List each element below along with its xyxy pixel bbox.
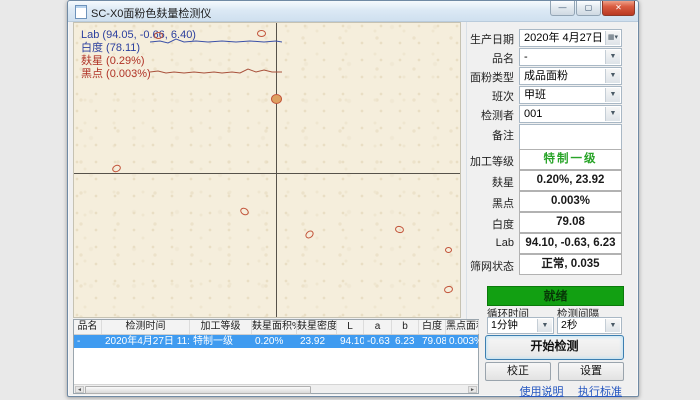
maximize-icon: ▢ xyxy=(585,3,593,12)
calendar-icon[interactable]: ▦▾ xyxy=(605,31,620,45)
cycle-time-combobox[interactable]: 1分钟 ▼ xyxy=(487,317,554,334)
product-name-combobox[interactable]: - ▼ xyxy=(519,48,622,66)
production-date-field[interactable]: 2020年 4月27日 ▦▾ xyxy=(519,29,622,47)
col-header-test-time[interactable]: 检测时间 xyxy=(102,320,190,334)
black-value: 0.003% xyxy=(519,191,622,212)
scroll-right-icon[interactable]: ► xyxy=(468,386,477,393)
cell-grade: 特制一级 xyxy=(190,335,252,348)
col-header-bran-density[interactable]: 麸星密度 xyxy=(297,320,337,334)
col-header-whiteness[interactable]: 白度 xyxy=(419,320,446,334)
cell-b: 6.23 xyxy=(392,335,419,348)
close-icon: ✕ xyxy=(615,3,622,12)
inspector-value: 001 xyxy=(524,106,605,122)
crosshair-horizontal xyxy=(74,173,460,174)
inspector-combobox[interactable]: 001 ▼ xyxy=(519,105,622,123)
result-label-black: 黑点 xyxy=(466,195,514,211)
speck-marker xyxy=(445,247,452,253)
whiteness-value: 79.08 xyxy=(519,212,622,233)
chevron-down-icon[interactable]: ▼ xyxy=(605,319,620,332)
col-header-a[interactable]: a xyxy=(364,320,392,334)
chevron-down-icon[interactable]: ▼ xyxy=(605,50,620,64)
chevron-down-icon[interactable]: ▼ xyxy=(605,69,620,83)
cell-product-name: - xyxy=(74,335,102,348)
chevron-down-icon[interactable]: ▼ xyxy=(537,319,552,332)
horizontal-scrollbar[interactable]: ◄ ► xyxy=(74,384,478,393)
title-bar[interactable]: SC-X0面粉色麸量检测仪 — ▢ ✕ xyxy=(68,1,638,22)
speck-marker xyxy=(239,206,250,217)
field-label-flour-type: 面粉类型 xyxy=(466,69,514,85)
speck-marker xyxy=(257,30,266,37)
minimize-icon: — xyxy=(559,3,567,12)
bran-value: 0.20%, 23.92 xyxy=(519,170,622,191)
col-header-L[interactable]: L xyxy=(337,320,364,334)
col-header-product-name[interactable]: 品名 xyxy=(74,320,102,334)
speck-marker xyxy=(443,285,454,294)
shift-combobox[interactable]: 甲班 ▼ xyxy=(519,86,622,104)
table-row[interactable]: - 2020年4月27日 11:10 特制一级 0.20% 23.92 94.1… xyxy=(74,335,478,348)
standard-link[interactable]: 执行标准 xyxy=(578,386,622,398)
scroll-left-icon[interactable]: ◄ xyxy=(75,386,84,393)
chevron-down-icon[interactable]: ▼ xyxy=(605,107,620,121)
trend-sparkline xyxy=(150,31,282,87)
cell-test-time: 2020年4月27日 11:10 xyxy=(102,335,190,348)
col-header-grade[interactable]: 加工等级 xyxy=(190,320,252,334)
footer-links: 使用说明 执行标准 xyxy=(485,382,622,400)
col-header-black-area[interactable]: 黑点面积% xyxy=(446,320,479,334)
speck-marker xyxy=(154,32,163,39)
speck-marker xyxy=(394,225,405,234)
status-badge: 就绪 xyxy=(487,286,624,306)
app-icon xyxy=(75,5,87,19)
field-label-production-date: 生产日期 xyxy=(466,31,514,47)
speck-marker xyxy=(271,94,282,104)
sample-image: Lab (94.05, -0.66, 6.40) 白度 (78.11) 麸星 (… xyxy=(73,22,461,318)
result-label-lab: Lab xyxy=(466,237,514,249)
lab-value: 94.10, -0.63, 6.23 xyxy=(519,233,622,254)
cell-black-area: 0.003% xyxy=(446,335,479,348)
notes-field[interactable] xyxy=(519,124,622,150)
grade-value: 特制一级 xyxy=(519,149,622,170)
field-label-product-name: 品名 xyxy=(466,50,514,66)
field-label-notes: 备注 xyxy=(466,127,514,143)
window-title: SC-X0面粉色麸量检测仪 xyxy=(91,5,211,21)
flour-type-combobox[interactable]: 成品面粉 ▼ xyxy=(519,67,622,85)
calibrate-button[interactable]: 校正 xyxy=(485,362,551,381)
cell-a: -0.63 xyxy=(364,335,392,348)
interval-value: 2秒 xyxy=(561,318,606,333)
result-label-bran: 麸星 xyxy=(466,174,514,190)
close-button[interactable]: ✕ xyxy=(602,1,635,16)
interval-combobox[interactable]: 2秒 ▼ xyxy=(557,317,622,334)
cycle-time-value: 1分钟 xyxy=(491,318,538,333)
flour-type-value: 成品面粉 xyxy=(524,68,605,84)
maximize-button[interactable]: ▢ xyxy=(576,1,601,16)
sieve-status-value: 正常, 0.035 xyxy=(519,254,622,275)
col-header-b[interactable]: b xyxy=(392,320,419,334)
speck-marker xyxy=(304,229,315,240)
cell-L: 94.10 xyxy=(337,335,364,348)
cell-bran-density: 23.92 xyxy=(297,335,337,348)
app-window: SC-X0面粉色麸量检测仪 — ▢ ✕ Lab (94.05, -0.66, 6… xyxy=(67,0,639,397)
field-label-shift: 班次 xyxy=(466,88,514,104)
field-label-inspector: 检测者 xyxy=(466,107,514,123)
start-detection-button[interactable]: 开始检测 xyxy=(485,335,624,360)
minimize-button[interactable]: — xyxy=(550,1,575,16)
cell-whiteness: 79.08 xyxy=(419,335,446,348)
result-label-whiteness: 白度 xyxy=(466,216,514,232)
shift-value: 甲班 xyxy=(524,87,605,103)
cell-bran-area: 0.20% xyxy=(252,335,297,348)
chevron-down-icon[interactable]: ▼ xyxy=(605,88,620,102)
result-label-grade: 加工等级 xyxy=(466,153,514,169)
history-table: 品名 检测时间 加工等级 麸星面积% 麸星密度 L a b 白度 黑点面积% -… xyxy=(73,319,479,394)
manual-link[interactable]: 使用说明 xyxy=(520,386,564,398)
result-label-sieve: 筛网状态 xyxy=(466,258,514,274)
settings-button[interactable]: 设置 xyxy=(558,362,624,381)
production-date-value: 2020年 4月27日 xyxy=(524,30,605,46)
scrollbar-thumb[interactable] xyxy=(85,386,311,394)
product-name-value: - xyxy=(524,49,605,65)
col-header-bran-area[interactable]: 麸星面积% xyxy=(252,320,297,334)
table-header-row: 品名 检测时间 加工等级 麸星面积% 麸星密度 L a b 白度 黑点面积% xyxy=(74,320,478,335)
